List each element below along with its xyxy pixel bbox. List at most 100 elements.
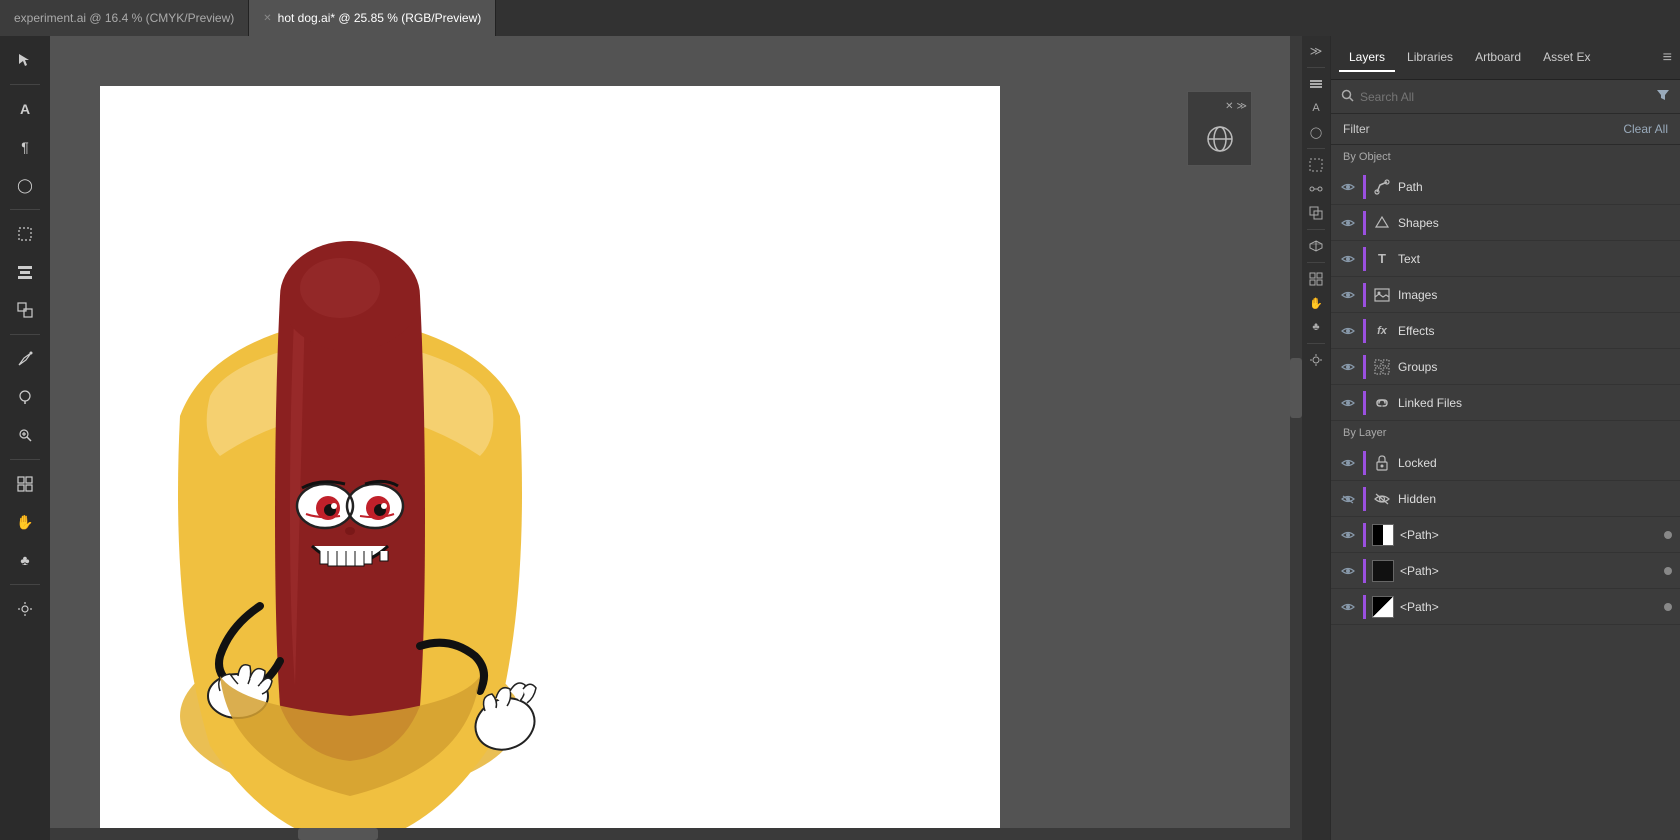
path3-dot <box>1664 603 1672 611</box>
tab-close-icon[interactable]: ✕ <box>263 13 271 24</box>
layer-item-hidden[interactable]: Hidden <box>1331 481 1680 517</box>
hotdog-illustration <box>120 116 570 840</box>
shape-builder-btn[interactable] <box>7 292 43 328</box>
connect-mini-btn[interactable] <box>1305 178 1327 200</box>
layer-item-linked-files[interactable]: Linked Files <box>1331 385 1680 421</box>
purple-indicator <box>1363 559 1366 583</box>
path1-thumb <box>1372 524 1394 546</box>
path1-dot <box>1664 531 1672 539</box>
select-mini-btn[interactable] <box>1305 154 1327 176</box>
eye-icon-path[interactable] <box>1339 178 1357 196</box>
panel-expand-icon[interactable]: ≫ <box>1237 101 1247 112</box>
eye-icon-path3[interactable] <box>1339 598 1357 616</box>
filter-header: Filter Clear All <box>1331 114 1680 145</box>
filter-label: Filter <box>1343 122 1623 136</box>
align-tool-btn[interactable] <box>7 254 43 290</box>
eye-icon-locked[interactable] <box>1339 454 1357 472</box>
collapse-panels-btn[interactable]: ≫ <box>1305 40 1327 62</box>
h-scrollbar[interactable] <box>50 828 1290 840</box>
layer-path-item-3[interactable]: <Path> <box>1331 589 1680 625</box>
tab-experiment[interactable]: experiment.ai @ 16.4 % (CMYK/Preview) <box>0 0 249 36</box>
main-area: A ¶ ◯ <box>0 36 1680 840</box>
transform-mini-btn[interactable] <box>1305 202 1327 224</box>
purple-indicator <box>1363 175 1366 199</box>
left-toolbar: A ¶ ◯ <box>0 36 50 840</box>
layer-item-groups[interactable]: Groups <box>1331 349 1680 385</box>
layers-list: By Object Path <box>1331 145 1680 840</box>
right-panel: Layers Libraries Artboard Asset Ex ≡ <box>1330 36 1680 840</box>
layer-item-images[interactable]: Images <box>1331 277 1680 313</box>
grid-tool-btn[interactable] <box>7 466 43 502</box>
layer-item-effects[interactable]: fx Effects <box>1331 313 1680 349</box>
v-scrollbar[interactable] <box>1290 36 1302 840</box>
by-object-section-header: By Object <box>1331 145 1680 169</box>
zoom-tool-btn[interactable] <box>7 417 43 453</box>
eye-icon-path2[interactable] <box>1339 562 1357 580</box>
ellipse-tool-btn[interactable]: ◯ <box>7 167 43 203</box>
eye-icon-path1[interactable] <box>1339 526 1357 544</box>
tab-artboard[interactable]: Artboard <box>1465 44 1531 72</box>
purple-indicator <box>1363 523 1366 547</box>
layer-path-item-1[interactable]: <Path> <box>1331 517 1680 553</box>
artboard <box>100 86 1000 840</box>
path1-name: <Path> <box>1400 528 1658 542</box>
clubs-mini-btn[interactable]: ♣ <box>1305 316 1327 338</box>
text-mini-btn[interactable]: A <box>1305 97 1327 119</box>
path3-thumb <box>1372 596 1394 618</box>
layer-name-text: Text <box>1398 252 1672 266</box>
sun-mini-btn[interactable] <box>1305 349 1327 371</box>
panel-more-menu[interactable]: ≡ <box>1663 49 1672 67</box>
purple-indicator <box>1363 451 1366 475</box>
path2-dot <box>1664 567 1672 575</box>
eye-icon-groups[interactable] <box>1339 358 1357 376</box>
clubs-icon-btn[interactable]: ♣ <box>7 542 43 578</box>
panel-tabs-header: Layers Libraries Artboard Asset Ex ≡ <box>1331 36 1680 80</box>
layer-item-text[interactable]: T Text <box>1331 241 1680 277</box>
hand-tool-btn[interactable]: ✋ <box>7 504 43 540</box>
purple-indicator <box>1363 355 1366 379</box>
layer-name-groups: Groups <box>1398 360 1672 374</box>
3d-mini-btn[interactable] <box>1305 235 1327 257</box>
purple-indicator <box>1363 319 1366 343</box>
effects-type-icon: fx <box>1372 321 1392 341</box>
layers-mini-btn[interactable] <box>1305 73 1327 95</box>
layer-path-item-2[interactable]: <Path> <box>1331 553 1680 589</box>
path2-thumb <box>1372 560 1394 582</box>
layer-item-path[interactable]: Path <box>1331 169 1680 205</box>
hand-mini-btn[interactable]: ✋ <box>1305 292 1327 314</box>
tab-layers[interactable]: Layers <box>1339 44 1395 72</box>
paragraph-tool-btn[interactable]: ¶ <box>7 129 43 165</box>
shape-mini-btn[interactable]: ◯ <box>1305 121 1327 143</box>
clear-all-button[interactable]: Clear All <box>1623 122 1668 136</box>
eye-icon-shapes[interactable] <box>1339 214 1357 232</box>
search-input[interactable] <box>1360 90 1650 104</box>
panel-close-icon[interactable]: ✕ <box>1225 101 1233 112</box>
tab-bar: experiment.ai @ 16.4 % (CMYK/Preview) ✕ … <box>0 0 1680 36</box>
tab-asset-ex[interactable]: Asset Ex <box>1533 44 1600 72</box>
tab-hotdog[interactable]: ✕ hot dog.ai* @ 25.85 % (RGB/Preview) <box>249 0 496 36</box>
eye-icon-text[interactable] <box>1339 250 1357 268</box>
shapes-type-icon <box>1372 213 1392 233</box>
layer-name-path: Path <box>1398 180 1672 194</box>
by-layer-section-header: By Layer <box>1331 421 1680 445</box>
type-tool-btn[interactable]: A <box>7 91 43 127</box>
eye-icon-effects[interactable] <box>1339 322 1357 340</box>
purple-indicator <box>1363 247 1366 271</box>
sun-btn[interactable] <box>7 591 43 627</box>
tab-libraries[interactable]: Libraries <box>1397 44 1463 72</box>
selection-tool-btn[interactable] <box>7 216 43 252</box>
eye-icon-hidden[interactable] <box>1339 490 1357 508</box>
grid-mini-btn[interactable] <box>1305 268 1327 290</box>
eye-icon-images[interactable] <box>1339 286 1357 304</box>
layer-item-shapes[interactable]: Shapes <box>1331 205 1680 241</box>
purple-indicator <box>1363 391 1366 415</box>
pen-tool-btn[interactable] <box>7 341 43 377</box>
filter-funnel-icon[interactable] <box>1656 88 1670 105</box>
select-tool-btn[interactable] <box>7 42 43 78</box>
eye-icon-linked-files[interactable] <box>1339 394 1357 412</box>
text-type-icon: T <box>1372 249 1392 269</box>
paint-tool-btn[interactable] <box>7 379 43 415</box>
layer-item-locked[interactable]: Locked <box>1331 445 1680 481</box>
purple-indicator <box>1363 487 1366 511</box>
path3-name: <Path> <box>1400 600 1658 614</box>
